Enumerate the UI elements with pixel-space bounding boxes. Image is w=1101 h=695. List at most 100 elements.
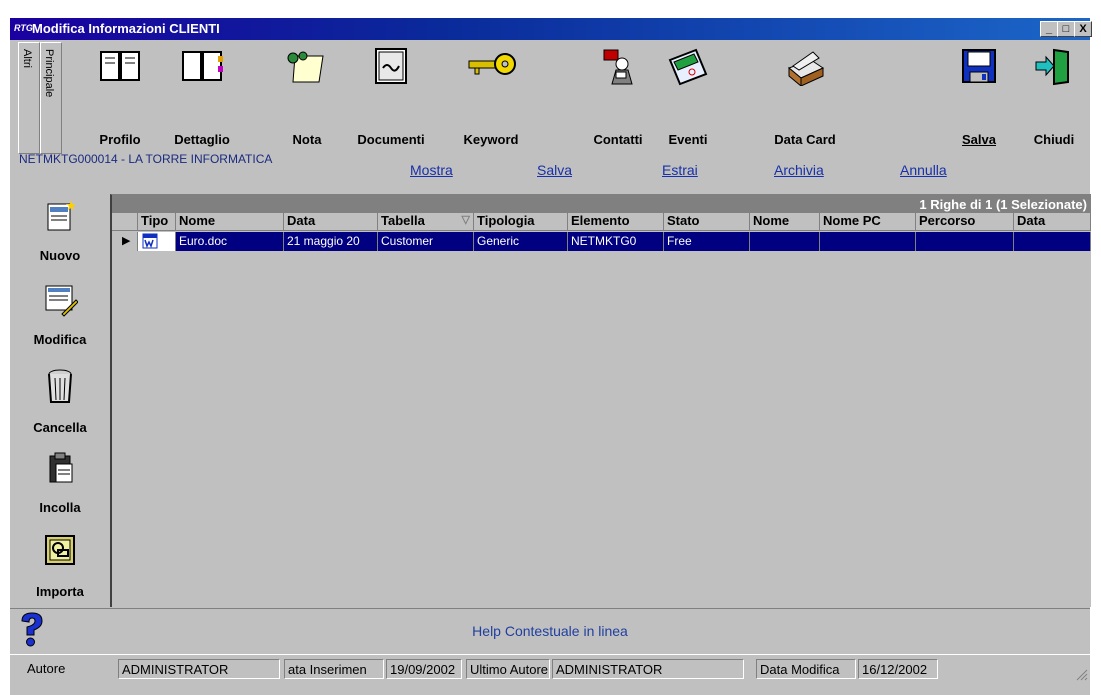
table-row-nome-2[interactable] xyxy=(750,232,820,251)
nuovo-label: Nuovo xyxy=(39,248,81,263)
autore-value: ADMINISTRATOR xyxy=(118,659,280,679)
maximize-button[interactable]: □ xyxy=(1057,21,1075,37)
documenti-button[interactable]: Documenti xyxy=(346,40,436,158)
autore-label: Autore xyxy=(27,661,66,676)
book-icon xyxy=(100,51,140,81)
row-count: 1 Righe di 1 (1 Selezionate) xyxy=(919,197,1087,212)
col-header-data[interactable]: Data xyxy=(284,213,378,231)
exit-door-icon xyxy=(1035,48,1069,86)
paste-clipboard-icon xyxy=(49,452,73,483)
table-row-nome[interactable]: Euro.doc xyxy=(176,232,284,251)
mostra-link[interactable]: Mostra xyxy=(410,162,453,178)
app-logo: RTG xyxy=(14,23,33,33)
col-header-elemento[interactable]: Elemento xyxy=(568,213,664,231)
floppy-disk-icon xyxy=(962,49,996,83)
ultimo-autore-value: ADMINISTRATOR xyxy=(552,659,744,679)
incolla-button[interactable]: Incolla xyxy=(10,450,110,530)
data-card-label: Data Card xyxy=(774,132,836,147)
importa-label: Importa xyxy=(36,584,84,599)
table-row-nome-pc[interactable] xyxy=(820,232,916,251)
help-text: Help Contestuale in linea xyxy=(472,623,628,639)
cancella-button[interactable]: Cancella xyxy=(10,366,110,446)
calendar-events-icon xyxy=(668,48,708,86)
importa-button[interactable]: Importa xyxy=(10,532,110,612)
key-icon xyxy=(468,53,516,75)
note-icon xyxy=(287,51,324,83)
record-id-label: NETMKTG000014 - LA TORRE INFORMATICA xyxy=(19,152,273,166)
nota-button[interactable]: Nota xyxy=(285,40,329,158)
contacts-icon xyxy=(603,49,633,85)
help-bar: Help Contestuale in linea xyxy=(10,608,1090,649)
ultimo-autore-label: Ultimo Autore xyxy=(466,659,550,679)
salva-toolbar-label: Salva xyxy=(962,132,996,147)
nota-label: Nota xyxy=(292,132,322,147)
data-modifica-label: Data Modifica xyxy=(756,659,856,679)
documents-grid[interactable]: 1 Righe di 1 (1 Selezionate) Tipo Nome D… xyxy=(110,194,1091,607)
row-pointer-icon: ▶ xyxy=(122,235,131,247)
new-document-icon xyxy=(47,200,76,231)
record-bar: NETMKTG000014 - LA TORRE INFORMATICA Mos… xyxy=(10,148,1090,184)
col-header-nome[interactable]: Nome xyxy=(176,213,284,231)
tab-principale-label: Principale xyxy=(43,49,55,98)
cancella-label: Cancella xyxy=(33,420,87,435)
salva-toolbar-button[interactable]: Salva xyxy=(954,40,1004,158)
col-header-nome-pc[interactable]: Nome PC xyxy=(820,213,916,231)
window-title: Modifica Informazioni CLIENTI xyxy=(32,21,220,36)
tab-altri[interactable]: Altri xyxy=(18,42,40,154)
edit-document-icon xyxy=(45,285,78,317)
book-details-icon xyxy=(182,51,223,81)
data-modifica-value: 16/12/2002 xyxy=(858,659,938,679)
data-card-button[interactable]: Data Card xyxy=(762,40,848,158)
dettaglio-label: Dettaglio xyxy=(174,132,230,147)
keyword-label: Keyword xyxy=(463,132,519,147)
tab-altri-label: Altri xyxy=(21,49,33,68)
eventi-button[interactable]: Eventi xyxy=(660,40,716,158)
estrai-link[interactable]: Estrai xyxy=(662,162,698,178)
data-inserimento-label: ata Inserimen xyxy=(284,659,384,679)
modifica-button[interactable]: Modifica xyxy=(10,282,110,362)
contatti-button[interactable]: Contatti xyxy=(586,40,650,158)
eventi-label: Eventi xyxy=(668,132,708,147)
col-header-tipo[interactable]: Tipo xyxy=(138,213,176,231)
tab-principale[interactable]: Principale xyxy=(40,42,62,154)
table-row-data[interactable]: 21 maggio 20 xyxy=(284,232,378,251)
chiudi-button[interactable]: Chiudi xyxy=(1026,40,1082,158)
title-bar[interactable]: RTG Modifica Informazioni CLIENTI _ □ X xyxy=(10,18,1092,40)
word-doc-icon xyxy=(142,233,158,249)
table-row-tabella[interactable]: Customer xyxy=(378,232,474,251)
col-header-stato[interactable]: Stato xyxy=(664,213,750,231)
annulla-link[interactable]: Annulla xyxy=(900,162,947,178)
col-header-data-2[interactable]: Data xyxy=(1014,213,1091,231)
status-bar: Autore ADMINISTRATOR ata Inserimen 19/09… xyxy=(10,654,1090,683)
documents-icon xyxy=(375,48,407,84)
trash-can-icon xyxy=(48,369,72,403)
minimize-button[interactable]: _ xyxy=(1040,21,1058,37)
profilo-button[interactable]: Profilo xyxy=(92,40,148,158)
main-window: RTG Modifica Informazioni CLIENTI _ □ X … xyxy=(10,18,1092,695)
table-row-tipologia[interactable]: Generic xyxy=(474,232,568,251)
import-icon xyxy=(45,535,75,565)
resize-grip-icon[interactable] xyxy=(1074,667,1088,681)
col-header-percorso[interactable]: Percorso xyxy=(916,213,1014,231)
toolbar: Altri Principale Profilo Dettaglio Nota … xyxy=(10,40,1090,158)
col-header-nome-2[interactable]: Nome xyxy=(750,213,820,231)
data-inserimento-value: 19/09/2002 xyxy=(386,659,462,679)
table-row-percorso[interactable] xyxy=(916,232,1014,251)
table-row-tipo[interactable] xyxy=(138,232,176,251)
col-header-tabella[interactable]: Tabella ▽ xyxy=(378,213,474,231)
dettaglio-button[interactable]: Dettaglio xyxy=(164,40,240,158)
table-row-stato[interactable]: Free xyxy=(664,232,750,251)
archivia-link[interactable]: Archivia xyxy=(774,162,824,178)
salva-link[interactable]: Salva xyxy=(537,162,572,178)
table-row-elemento[interactable]: NETMKTG0 xyxy=(568,232,664,251)
modifica-label: Modifica xyxy=(33,332,87,347)
chiudi-label: Chiudi xyxy=(1033,132,1075,147)
col-header-tipologia[interactable]: Tipologia xyxy=(474,213,568,231)
sort-down-icon: ▽ xyxy=(461,214,470,226)
close-button[interactable]: X xyxy=(1074,21,1092,37)
keyword-button[interactable]: Keyword xyxy=(456,40,526,158)
row-selector[interactable]: ▶ xyxy=(112,232,138,251)
nuovo-button[interactable]: Nuovo xyxy=(10,198,110,278)
card-file-icon xyxy=(788,51,825,86)
table-row-data-2[interactable] xyxy=(1014,232,1091,251)
